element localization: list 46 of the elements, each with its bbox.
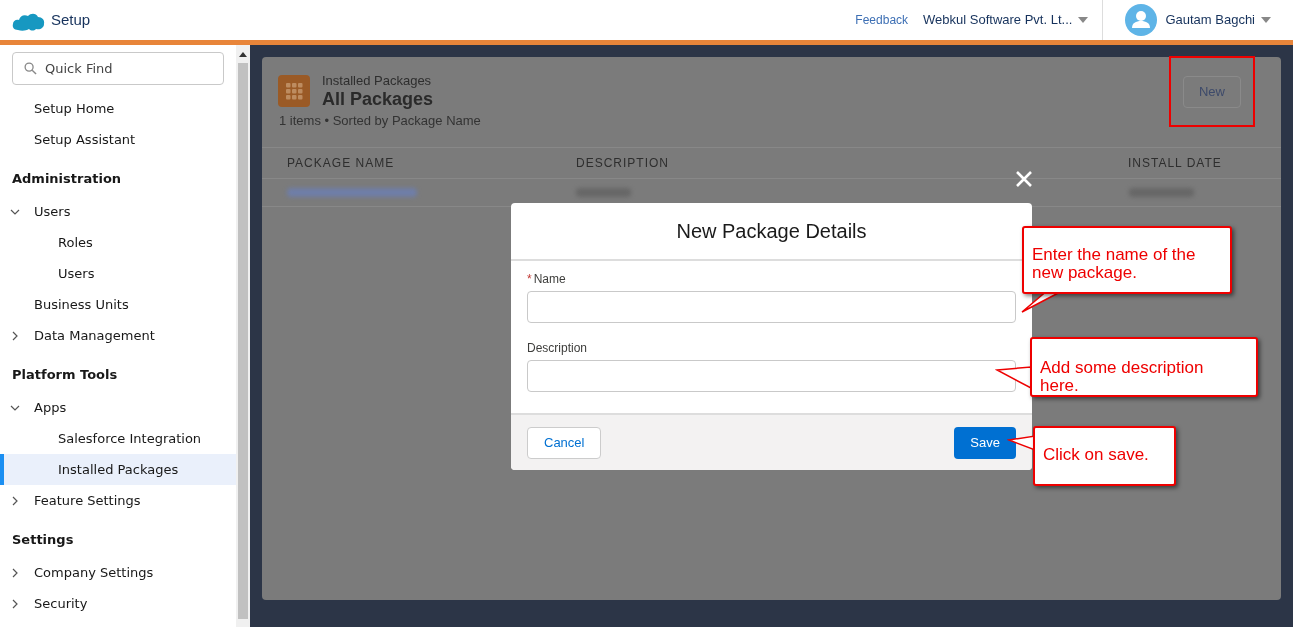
sidebar-item[interactable]: Users <box>0 258 236 289</box>
section-heading: Platform Tools <box>12 365 118 384</box>
sidebar-item[interactable]: Installed Packages <box>0 454 236 485</box>
list-summary: 1 items • Sorted by Package Name <box>278 112 482 130</box>
sidebar-group[interactable]: Company Settings <box>34 562 154 583</box>
field-label: Description <box>527 340 588 357</box>
caret-icon <box>1078 17 1089 23</box>
sidebar-item[interactable]: Setup Home <box>0 93 236 124</box>
section-heading: Settings <box>12 530 74 549</box>
search-icon <box>24 62 37 75</box>
sidebar-group[interactable]: Data Management <box>34 325 155 346</box>
sidebar-item[interactable]: Salesforce Integration <box>0 423 236 454</box>
callout-note: Add some description here. <box>1030 337 1258 397</box>
apps-grid-icon <box>278 75 310 107</box>
app-title: Setup <box>51 9 91 30</box>
sidebar-item[interactable]: Business Units <box>0 289 236 320</box>
callout-note: Click on save. <box>1033 426 1176 486</box>
sidebar-item[interactable]: Roles <box>0 227 236 258</box>
cancel-button[interactable]: Cancel <box>527 426 602 459</box>
required-mark: * <box>527 271 532 288</box>
modal-title: New Package Details <box>676 219 867 244</box>
text-input[interactable] <box>527 291 1016 323</box>
chevron-right-icon[interactable] <box>10 598 20 609</box>
close-icon[interactable] <box>1015 170 1033 188</box>
sidebar-item[interactable]: Setup Assistant <box>0 124 236 155</box>
scroll-thumb[interactable] <box>238 63 248 619</box>
sidebar-group[interactable]: Security <box>34 593 88 614</box>
quick-find-field[interactable]: Quick Find <box>12 52 224 85</box>
page-eyebrow: Installed Packages <box>322 73 433 89</box>
text-input[interactable] <box>527 360 1016 392</box>
sidebar-group[interactable]: Users <box>34 201 71 222</box>
avatar-icon <box>1125 4 1158 36</box>
save-button[interactable]: Save <box>954 426 1016 459</box>
chevron-right-icon[interactable] <box>10 495 20 506</box>
scrollbar[interactable] <box>236 45 250 627</box>
caret-icon <box>1261 17 1271 23</box>
sidebar-group[interactable]: Apps <box>34 397 67 418</box>
page-title: All Packages <box>322 89 434 109</box>
section-heading: Administration <box>12 169 122 188</box>
feedback-link[interactable]: Feedback <box>855 11 909 29</box>
field-label: Name <box>533 271 566 288</box>
scroll-up-icon[interactable] <box>239 51 247 57</box>
user-menu[interactable]: Gautam Bagchi <box>1125 4 1271 36</box>
sidebar-group[interactable]: Feature Settings <box>34 490 141 511</box>
chevron-right-icon[interactable] <box>10 567 20 578</box>
chevron-right-icon[interactable] <box>10 330 20 341</box>
